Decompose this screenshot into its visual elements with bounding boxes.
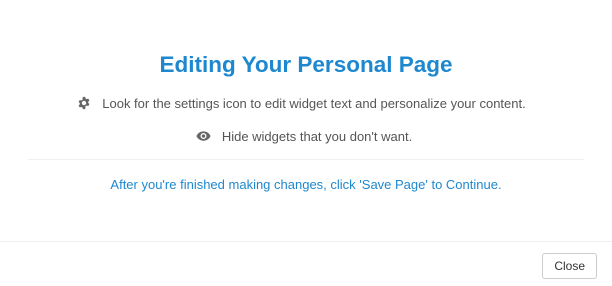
save-instruction: After you're finished making changes, cl… [110,177,502,192]
close-button[interactable]: Close [542,253,597,279]
settings-tip: Look for the settings icon to edit widge… [0,94,612,112]
content-divider [28,159,584,160]
hide-tip: Hide widgets that you don't want. [0,127,612,145]
dialog-title: Editing Your Personal Page [159,52,453,77]
personal-page-dialog: Editing Your Personal Page Look for the … [0,0,612,286]
eye-icon [196,128,212,144]
settings-tip-text: Look for the settings icon to edit widge… [102,95,526,111]
hide-tip-text: Hide widgets that you don't want. [221,128,413,144]
gear-icon [76,95,92,111]
dialog-footer: Close [0,241,612,286]
dialog-body: Editing Your Personal Page Look for the … [0,0,612,241]
